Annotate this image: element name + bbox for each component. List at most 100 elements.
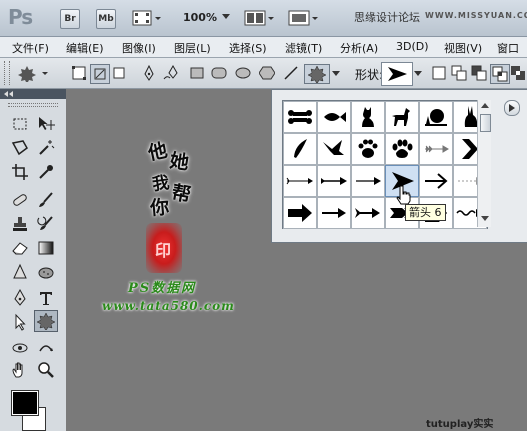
intersect-shape-button[interactable] <box>490 64 510 84</box>
chevron-down-icon[interactable] <box>222 14 230 20</box>
shape-cell[interactable] <box>385 101 419 133</box>
shape-cell[interactable] <box>351 165 385 197</box>
pen-tool[interactable] <box>8 287 32 309</box>
chevron-down-icon[interactable] <box>332 71 340 77</box>
tool-preset-picker[interactable] <box>18 64 50 82</box>
line-tool-button[interactable] <box>282 64 300 82</box>
path-selection-tool[interactable] <box>8 311 32 333</box>
shape-cell[interactable] <box>385 133 419 165</box>
shape-cell[interactable] <box>317 101 351 133</box>
paths-icon <box>94 68 106 80</box>
arrange-documents-button[interactable] <box>244 9 274 27</box>
shape-cell[interactable] <box>351 101 385 133</box>
move-tool[interactable] <box>34 113 58 135</box>
fill-pixels-button[interactable] <box>110 64 128 82</box>
menu-analysis[interactable]: 分析(A) <box>340 40 378 56</box>
toolbox-grip[interactable] <box>8 103 58 107</box>
toolbox-header[interactable] <box>0 89 66 99</box>
eraser-tool[interactable] <box>8 237 32 259</box>
ellipse-tool-button[interactable] <box>234 64 252 82</box>
scroll-up-icon[interactable] <box>481 103 489 109</box>
picker-menu-button[interactable] <box>504 100 520 116</box>
crop-icon <box>12 164 28 180</box>
flyout-arrow-icon <box>509 104 515 112</box>
shape-cell[interactable] <box>317 165 351 197</box>
shape-cell[interactable] <box>419 133 453 165</box>
scroll-down-icon[interactable] <box>481 216 489 222</box>
art-url: www.tata580.com <box>102 299 235 313</box>
pen-tool-button[interactable] <box>140 64 158 82</box>
new-shape-layer-button[interactable] <box>430 64 448 82</box>
mini-bridge-button[interactable]: Mb <box>96 9 116 29</box>
type-tool[interactable] <box>34 287 58 309</box>
menu-select[interactable]: 选择(S) <box>229 40 267 56</box>
shape-cell[interactable] <box>283 101 317 133</box>
art-character: 帮 <box>169 181 193 207</box>
hand-tool[interactable] <box>8 359 32 381</box>
menu-window[interactable]: 窗口 <box>497 40 519 56</box>
lasso-tool[interactable] <box>8 137 32 159</box>
add-shape-icon <box>451 65 467 81</box>
shape-cell[interactable] <box>317 133 351 165</box>
path-select-icon <box>15 313 26 331</box>
clone-stamp-tool[interactable] <box>8 213 32 235</box>
menu-3d[interactable]: 3D(D) <box>396 40 429 53</box>
rectangle-tool-button[interactable] <box>188 64 206 82</box>
gradient-tool[interactable] <box>34 237 58 259</box>
eyedropper-tool[interactable] <box>34 161 58 183</box>
add-to-shape-button[interactable] <box>450 64 468 82</box>
shape-picker-button[interactable] <box>381 62 413 86</box>
bridge-button[interactable]: Br <box>60 9 80 29</box>
view-extras-button[interactable] <box>132 9 162 27</box>
menu-image[interactable]: 图像(I) <box>122 40 156 56</box>
chevron-down-icon[interactable] <box>414 71 422 77</box>
freeform-pen-button[interactable] <box>162 64 180 82</box>
arrow-6-icon <box>388 67 407 81</box>
paths-button[interactable] <box>90 64 110 84</box>
rounded-rectangle-button[interactable] <box>210 64 228 82</box>
subtract-shape-button[interactable] <box>470 64 488 82</box>
shape-cell[interactable] <box>419 165 453 197</box>
menu-edit[interactable]: 编辑(E) <box>66 40 104 56</box>
screen-mode-button[interactable] <box>288 9 318 27</box>
options-grip[interactable] <box>4 61 10 85</box>
shape-cell[interactable] <box>317 197 351 229</box>
menu-file[interactable]: 文件(F) <box>12 40 49 56</box>
scroll-thumb[interactable] <box>480 114 491 132</box>
zoom-level[interactable]: 100% <box>183 11 217 24</box>
shape-layers-button[interactable] <box>70 64 88 82</box>
shape-grid-scrollbar[interactable] <box>477 100 491 227</box>
collapse-icon[interactable] <box>4 91 14 97</box>
menu-filter[interactable]: 滤镜(T) <box>285 40 322 56</box>
shape-cell[interactable] <box>283 197 317 229</box>
exclude-shape-button[interactable] <box>510 64 526 82</box>
shape-layers-icon <box>72 66 86 80</box>
dodge-tool[interactable] <box>34 261 58 283</box>
blur-tool[interactable] <box>8 261 32 283</box>
magic-wand-tool[interactable] <box>34 137 58 159</box>
shape-cell[interactable] <box>283 165 317 197</box>
zoom-tool[interactable] <box>34 359 58 381</box>
rectangle-icon <box>190 67 204 79</box>
brush-tool[interactable] <box>34 189 58 211</box>
marquee-icon <box>13 118 27 130</box>
move-icon <box>39 117 55 130</box>
3d-rotate-tool[interactable] <box>8 337 32 359</box>
custom-shape-tool[interactable] <box>34 310 58 332</box>
foreground-color-swatch[interactable] <box>11 390 39 416</box>
subtract-shape-icon <box>471 65 487 81</box>
crop-tool[interactable] <box>8 161 32 183</box>
custom-shape-tool-button[interactable] <box>304 64 330 84</box>
shape-cell[interactable] <box>283 133 317 165</box>
shape-cell[interactable] <box>351 197 385 229</box>
magnifier-icon <box>38 362 54 378</box>
shape-cell[interactable] <box>351 133 385 165</box>
healing-brush-tool[interactable] <box>8 189 32 211</box>
history-brush-tool[interactable] <box>34 213 58 235</box>
shape-cell[interactable] <box>419 101 453 133</box>
menu-layer[interactable]: 图层(L) <box>174 40 211 56</box>
3d-orbit-tool[interactable] <box>34 337 58 359</box>
menu-view[interactable]: 视图(V) <box>444 40 482 56</box>
marquee-tool[interactable] <box>8 113 32 135</box>
polygon-tool-button[interactable] <box>258 64 276 82</box>
